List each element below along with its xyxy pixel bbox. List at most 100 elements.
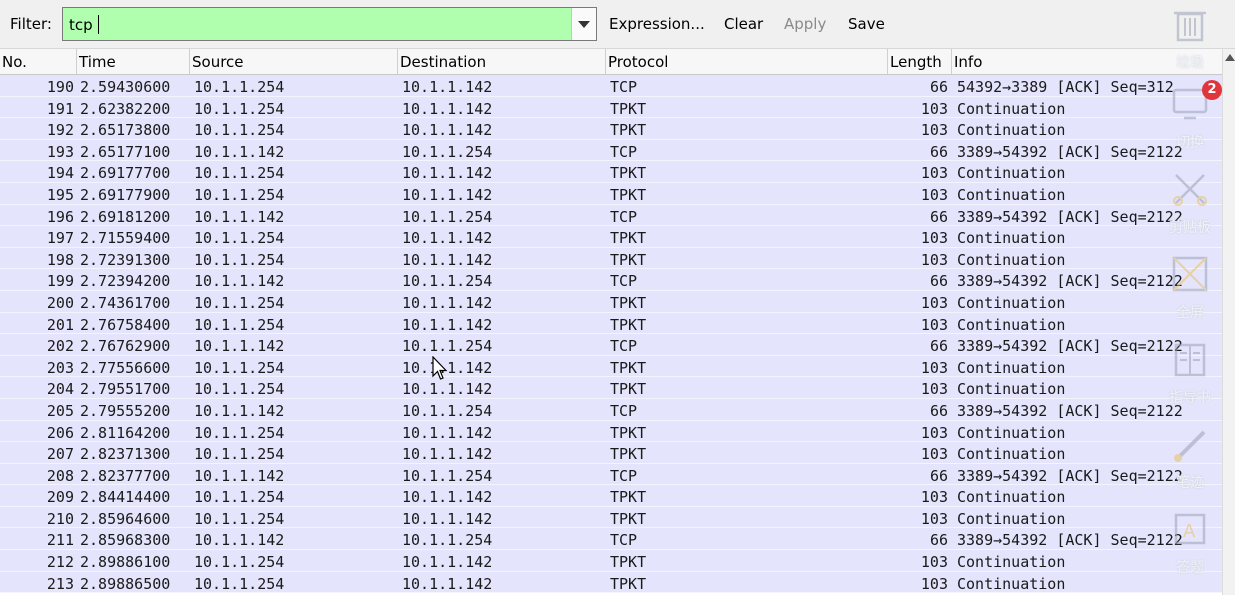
table-row[interactable]: 192 2.65173800 10.1.1.254 10.1.1.142 TPKT 103… bbox=[0, 118, 1222, 140]
cell-source: 10.1.1.142 bbox=[194, 337, 285, 356]
cell-info: Continuation bbox=[957, 185, 1066, 204]
cell-info: Continuation bbox=[957, 293, 1066, 312]
cell-no: 201 bbox=[46, 315, 74, 334]
side-panel-item[interactable]: A 答题 bbox=[1160, 505, 1220, 579]
table-row[interactable]: 201 2.76758400 10.1.1.254 10.1.1.142 TPKT 103… bbox=[0, 312, 1222, 335]
cell-source: 10.1.1.142 bbox=[194, 466, 285, 485]
cell-protocol: TCP bbox=[610, 207, 638, 226]
cell-length: 103 bbox=[920, 250, 948, 269]
expression-button[interactable]: Expression... bbox=[609, 15, 705, 33]
cell-info: Continuation bbox=[957, 121, 1066, 140]
packet-list[interactable]: 190 2.59430600 10.1.1.254 10.1.1.142 TCP 66 54… bbox=[0, 75, 1222, 595]
clear-button[interactable]: Clear bbox=[724, 15, 763, 33]
table-row[interactable]: 191 2.62382200 10.1.1.254 10.1.1.142 TPKT 103… bbox=[0, 96, 1222, 119]
cell-length: 66 bbox=[929, 466, 948, 485]
table-row[interactable]: 206 2.81164200 10.1.1.254 10.1.1.142 TPKT 103… bbox=[0, 420, 1222, 443]
side-panel-label: 剪贴板 bbox=[1169, 220, 1211, 236]
table-row[interactable]: 197 2.71559400 10.1.1.254 10.1.1.142 TPKT 103… bbox=[0, 226, 1222, 248]
side-panel-item[interactable]: 垃圾 bbox=[1160, 0, 1220, 74]
cell-destination: 10.1.1.142 bbox=[402, 574, 493, 593]
cell-length: 103 bbox=[920, 121, 948, 140]
table-row[interactable]: 208 2.82377700 10.1.1.142 10.1.1.254 TCP 66 33… bbox=[0, 463, 1222, 486]
cell-info: Continuation bbox=[957, 358, 1066, 377]
cell-length: 103 bbox=[920, 229, 948, 248]
table-row[interactable]: 203 2.77556600 10.1.1.254 10.1.1.142 TPKT 103… bbox=[0, 355, 1222, 378]
filter-input-text[interactable]: tcp bbox=[69, 16, 93, 34]
cell-info: 3389→54392 [ACK] Seq=2122 bbox=[957, 207, 1183, 226]
floating-side-panel: 垃圾 切换 2 剪贴板全屏指导书笔迹 A 答题 bbox=[1152, 0, 1222, 595]
cell-destination: 10.1.1.142 bbox=[402, 229, 493, 248]
table-row[interactable]: 194 2.69177700 10.1.1.254 10.1.1.142 TPKT 103… bbox=[0, 161, 1222, 183]
cell-no: 193 bbox=[46, 142, 74, 161]
table-row[interactable]: 209 2.84414400 10.1.1.254 10.1.1.142 TPKT 103… bbox=[0, 485, 1222, 507]
svg-text:A: A bbox=[1183, 521, 1196, 542]
table-row[interactable]: 213 2.89886500 10.1.1.254 10.1.1.142 TPKT 103… bbox=[0, 571, 1222, 594]
cell-time: 2.82371300 bbox=[80, 445, 171, 464]
cell-time: 2.85964600 bbox=[80, 509, 171, 528]
cell-protocol: TPKT bbox=[610, 185, 647, 204]
apply-button[interactable]: Apply bbox=[784, 15, 826, 33]
side-panel-item[interactable]: 剪贴板 bbox=[1160, 165, 1220, 239]
cell-source: 10.1.1.254 bbox=[194, 423, 285, 442]
cell-info: Continuation bbox=[957, 509, 1066, 528]
cell-no: 200 bbox=[46, 293, 74, 312]
cell-time: 2.62382200 bbox=[80, 99, 171, 118]
cell-info: Continuation bbox=[957, 380, 1066, 399]
table-row[interactable]: 199 2.72394200 10.1.1.142 10.1.1.254 TCP 66 33… bbox=[0, 269, 1222, 291]
cell-destination: 10.1.1.142 bbox=[402, 553, 493, 572]
side-panel-item[interactable]: 笔迹 bbox=[1160, 420, 1220, 494]
cell-time: 2.69177700 bbox=[80, 164, 171, 183]
column-header-no[interactable]: No. bbox=[0, 49, 77, 74]
cell-time: 2.84414400 bbox=[80, 488, 171, 507]
mouse-cursor-icon bbox=[432, 356, 448, 380]
table-row[interactable]: 200 2.74361700 10.1.1.254 10.1.1.142 TPKT 103… bbox=[0, 290, 1222, 313]
cell-no: 204 bbox=[46, 380, 74, 399]
cell-info: Continuation bbox=[957, 229, 1066, 248]
table-row[interactable]: 202 2.76762900 10.1.1.142 10.1.1.254 TCP 66 33… bbox=[0, 334, 1222, 356]
filter-dropdown-button[interactable] bbox=[571, 8, 596, 40]
table-row[interactable]: 190 2.59430600 10.1.1.254 10.1.1.142 TCP 66 54… bbox=[0, 75, 1222, 97]
cell-destination: 10.1.1.254 bbox=[402, 272, 493, 291]
side-panel-item[interactable]: 指导书 bbox=[1160, 335, 1220, 409]
cell-protocol: TPKT bbox=[610, 293, 647, 312]
column-header-destination[interactable]: Destination bbox=[398, 49, 606, 74]
cell-destination: 10.1.1.142 bbox=[402, 185, 493, 204]
table-row[interactable]: 195 2.69177900 10.1.1.254 10.1.1.142 TPKT 103… bbox=[0, 182, 1222, 205]
table-row[interactable]: 193 2.65177100 10.1.1.142 10.1.1.254 TCP 66 33… bbox=[0, 139, 1222, 162]
cell-length: 66 bbox=[929, 272, 948, 291]
cell-source: 10.1.1.254 bbox=[194, 99, 285, 118]
cell-protocol: TCP bbox=[610, 401, 638, 420]
cell-time: 2.77556600 bbox=[80, 358, 171, 377]
cell-source: 10.1.1.142 bbox=[194, 531, 285, 550]
scroll-up-arrow-icon[interactable] bbox=[1225, 54, 1235, 61]
cell-no: 207 bbox=[46, 445, 74, 464]
table-row[interactable]: 198 2.72391300 10.1.1.254 10.1.1.142 TPKT 103… bbox=[0, 247, 1222, 270]
cell-no: 213 bbox=[46, 574, 74, 593]
table-row[interactable]: 210 2.85964600 10.1.1.254 10.1.1.142 TPKT 103… bbox=[0, 506, 1222, 529]
side-panel-item[interactable]: 全屏 bbox=[1160, 250, 1220, 324]
table-row[interactable]: 204 2.79551700 10.1.1.254 10.1.1.142 TPKT 103… bbox=[0, 377, 1222, 399]
cell-no: 209 bbox=[46, 488, 74, 507]
cell-length: 103 bbox=[920, 99, 948, 118]
save-button[interactable]: Save bbox=[848, 15, 885, 33]
cell-length: 66 bbox=[929, 207, 948, 226]
cell-no: 210 bbox=[46, 509, 74, 528]
table-row[interactable]: 205 2.79555200 10.1.1.142 10.1.1.254 TCP 66 33… bbox=[0, 398, 1222, 421]
side-panel-item[interactable]: 切换 2 bbox=[1160, 80, 1222, 154]
table-row[interactable]: 207 2.82371300 10.1.1.254 10.1.1.142 TPKT 103… bbox=[0, 442, 1222, 464]
column-header-time[interactable]: Time bbox=[77, 49, 190, 74]
table-row[interactable]: 196 2.69181200 10.1.1.142 10.1.1.254 TCP 66 33… bbox=[0, 204, 1222, 227]
column-header-protocol[interactable]: Protocol bbox=[606, 49, 888, 74]
packet-list-header: No. Time Source Destination Protocol Len… bbox=[0, 49, 1235, 75]
table-row[interactable]: 211 2.85968300 10.1.1.142 10.1.1.254 TCP 66 33… bbox=[0, 528, 1222, 551]
table-row[interactable]: 212 2.89886100 10.1.1.254 10.1.1.142 TPKT 103… bbox=[0, 550, 1222, 572]
column-header-source[interactable]: Source bbox=[190, 49, 398, 74]
cell-protocol: TPKT bbox=[610, 488, 647, 507]
vertical-scrollbar[interactable] bbox=[1222, 49, 1235, 595]
cell-time: 2.72391300 bbox=[80, 250, 171, 269]
filter-input[interactable]: tcp bbox=[62, 7, 597, 41]
cell-protocol: TPKT bbox=[610, 229, 647, 248]
column-header-length[interactable]: Length bbox=[888, 49, 952, 74]
cell-source: 10.1.1.254 bbox=[194, 553, 285, 572]
cell-destination: 10.1.1.142 bbox=[402, 121, 493, 140]
